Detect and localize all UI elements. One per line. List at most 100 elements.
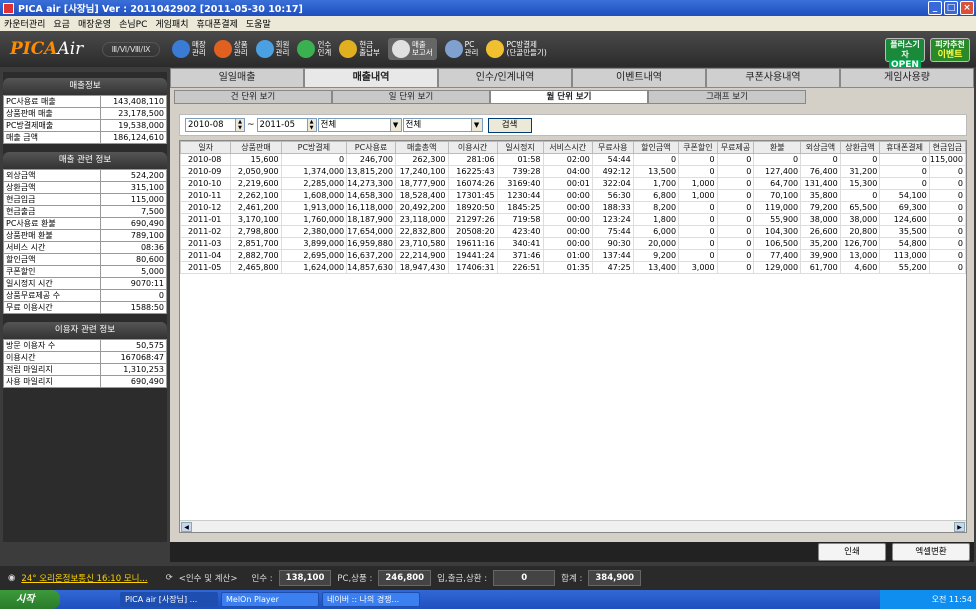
column-header[interactable]: 이용시간	[447, 141, 498, 154]
table-cell: 2011-02	[180, 225, 232, 238]
clock: 오전 11:54	[931, 595, 972, 604]
table-cell: 56:30	[591, 189, 634, 202]
maximize-button[interactable]: □	[944, 1, 958, 15]
column-header[interactable]: 외상금액	[800, 141, 841, 154]
column-header[interactable]: 휴대폰결제	[879, 141, 930, 154]
menu-mobile-pay[interactable]: 휴대폰결제	[197, 17, 238, 30]
plus-reporter-badge[interactable]: 플러스기자 OPEN	[885, 38, 925, 70]
column-header[interactable]: 무료사용	[591, 141, 634, 154]
scroll-right-icon[interactable]: ▶	[954, 522, 965, 532]
recommend-event-badge[interactable]: 피카추천 이벤트	[930, 38, 970, 62]
print-button[interactable]: 인쇄	[818, 543, 886, 561]
sidebar-row: 상품판매 환불 789,100	[3, 229, 167, 242]
table-cell: 13,400	[632, 261, 680, 274]
tab-daily-sales[interactable]: 일일매출	[170, 68, 304, 88]
excel-export-button[interactable]: 엑셀변환	[892, 543, 970, 561]
refresh-icon[interactable]: ⟳	[166, 573, 173, 583]
table-cell: 127,400	[753, 165, 802, 178]
column-header[interactable]: 쿠폰할인	[678, 141, 718, 154]
close-button[interactable]: ×	[960, 1, 974, 15]
table-cell: 0	[879, 153, 930, 166]
tab-graph[interactable]: 그래프 보기	[648, 90, 806, 104]
to-month-input[interactable]: 2011-05 ▲ ▼	[256, 118, 317, 132]
table-cell: 0	[800, 153, 841, 166]
column-header[interactable]: 환불	[753, 141, 802, 154]
table-cell: 115,000	[928, 153, 966, 166]
column-header[interactable]: 서비스시간	[542, 141, 593, 154]
table-row[interactable]: 2011-04 2,882,700 2,695,000 16,637,200 22,21…	[180, 249, 966, 262]
menu-fee[interactable]: 요금	[53, 17, 70, 30]
tab-handover[interactable]: 인수/인계내역	[438, 68, 572, 88]
handover-label[interactable]: <인수 및 계산>	[179, 572, 238, 584]
table-cell: 0	[839, 189, 881, 202]
table-cell: 16,637,200	[346, 249, 396, 262]
from-spin[interactable]: ▲ ▼	[235, 119, 244, 131]
table-row[interactable]: 2010-08 15,600 0 246,700 262,300 281:06 01:58 0…	[180, 153, 966, 166]
type-select[interactable]: 전체 ▼	[402, 118, 483, 132]
toolbar-button-4[interactable]: 현금 출납부	[339, 38, 380, 60]
table-cell: 129,000	[753, 261, 802, 274]
task-melon[interactable]: MelOn Player	[221, 592, 319, 607]
toolbar-label: 출납부	[359, 48, 380, 57]
table-row[interactable]: 2011-05 2,465,800 1,624,000 14,857,630 18,94…	[180, 261, 966, 274]
toolbar-button-2[interactable]: 회원 관리	[255, 38, 289, 60]
minimize-button[interactable]: _	[928, 1, 942, 15]
table-cell: 0	[753, 153, 802, 166]
toolbar-button-0[interactable]: 매장 관리	[172, 38, 206, 60]
chevron-down-icon[interactable]: ▼	[389, 119, 401, 131]
menu-store[interactable]: 매장운영	[78, 17, 111, 30]
news-ticker[interactable]: 24° 오리온정보통신 16:10 모니...	[21, 572, 147, 584]
column-header[interactable]: 현금입금	[928, 141, 966, 154]
menu-client-pc[interactable]: 손님PC	[119, 17, 147, 30]
menu-help[interactable]: 도움말	[246, 17, 271, 30]
table-row[interactable]: 2010-09 2,050,900 1,374,000 13,815,200 17,24…	[180, 165, 966, 178]
task-naver[interactable]: 네이버 :: 나의 경쟁...	[322, 592, 420, 607]
column-header[interactable]: 일자	[180, 141, 232, 154]
tab-sales-history[interactable]: 매출내역	[304, 68, 438, 88]
column-header[interactable]: 일시정지	[496, 141, 544, 154]
toolbar-button-1[interactable]: 상품 관리	[213, 38, 248, 60]
table-row[interactable]: 2011-01 3,170,100 1,760,000 18,187,900 23,11…	[180, 213, 966, 226]
table-row[interactable]: 2010-12 2,461,200 1,913,000 16,118,000 20,49…	[180, 201, 966, 214]
table-cell: 0	[879, 165, 930, 178]
tab-per-month[interactable]: 월 단위 보기	[490, 90, 648, 104]
tab-events[interactable]: 이벤트내역	[572, 68, 706, 88]
tab-coupon[interactable]: 쿠폰사용내역	[706, 68, 840, 88]
menu-counter[interactable]: 카운터관리	[4, 17, 45, 30]
toolbar-button-3[interactable]: 인수 인계	[297, 38, 331, 60]
to-spin[interactable]: ▲ ▼	[306, 119, 316, 131]
column-header[interactable]: 상환금액	[839, 141, 881, 154]
table-row[interactable]: 2011-03 2,851,700 3,899,000 16,959,880 23,71…	[180, 237, 966, 250]
tab-game-usage[interactable]: 게임사용량	[840, 68, 974, 88]
column-header[interactable]: PC사용료	[346, 141, 396, 154]
toolbar-button-6[interactable]: PC 관리	[444, 38, 478, 60]
scroll-left-icon[interactable]: ◀	[181, 522, 192, 532]
column-header[interactable]: 매출총액	[394, 141, 449, 154]
row-value: 1588:50	[100, 301, 167, 314]
column-header[interactable]: 무료제공	[716, 141, 755, 154]
start-button[interactable]: 시작	[0, 590, 60, 609]
table-row[interactable]: 2010-11 2,262,100 1,608,000 14,658,300 18,52…	[180, 189, 966, 202]
row-value: 524,200	[100, 169, 167, 182]
column-header[interactable]: 상품판매	[230, 141, 282, 154]
tab-per-day[interactable]: 일 단위 보기	[332, 90, 490, 104]
toolbar-button-5[interactable]: 매출 보고서	[387, 38, 437, 60]
row-value: 690,490	[100, 375, 167, 388]
table-row[interactable]: 2010-10 2,219,600 2,285,000 14,273,300 18,77…	[180, 177, 966, 190]
from-month-input[interactable]: 2010-08 ▲ ▼	[185, 118, 245, 132]
column-header[interactable]: 할인금액	[632, 141, 680, 154]
category-select[interactable]: 전체 ▼	[317, 118, 402, 132]
table-cell: 31,200	[839, 165, 881, 178]
horizontal-scrollbar[interactable]: ◀ ▶	[180, 520, 966, 532]
task-pica-air[interactable]: PICA air [사장님] ...	[120, 592, 218, 607]
toolbar-button-7[interactable]: PC방결제 (단골만들기)	[486, 38, 547, 60]
table-row[interactable]: 2011-02 2,798,800 2,380,000 17,654,000 22,83…	[180, 225, 966, 238]
table-cell: 246,700	[346, 153, 396, 166]
chevron-down-icon[interactable]: ▼	[470, 119, 482, 131]
column-header[interactable]: PC방결제	[280, 141, 348, 154]
search-button[interactable]: 검색	[487, 117, 532, 133]
table-cell: 2,262,100	[230, 189, 282, 202]
menu-game-patch[interactable]: 게임패치	[155, 17, 188, 30]
table-cell: 0	[928, 261, 966, 274]
tab-per-item[interactable]: 건 단위 보기	[174, 90, 332, 104]
